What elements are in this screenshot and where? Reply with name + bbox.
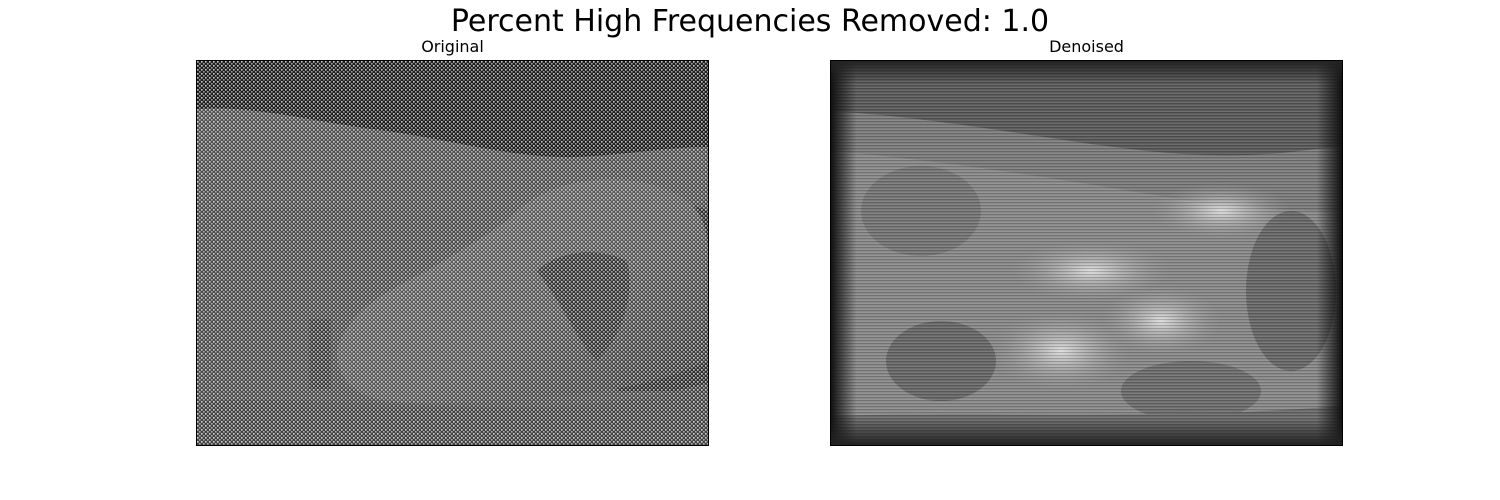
figure-title: Percent High Frequencies Removed: 1.0 (450, 4, 1050, 39)
denoised-image-axes (830, 60, 1343, 446)
denoised-moon-image (831, 61, 1342, 445)
original-image-axes (196, 60, 709, 446)
original-panel-title: Original (421, 37, 484, 56)
denoised-panel-title: Denoised (1049, 37, 1124, 56)
original-moon-image (197, 61, 708, 445)
